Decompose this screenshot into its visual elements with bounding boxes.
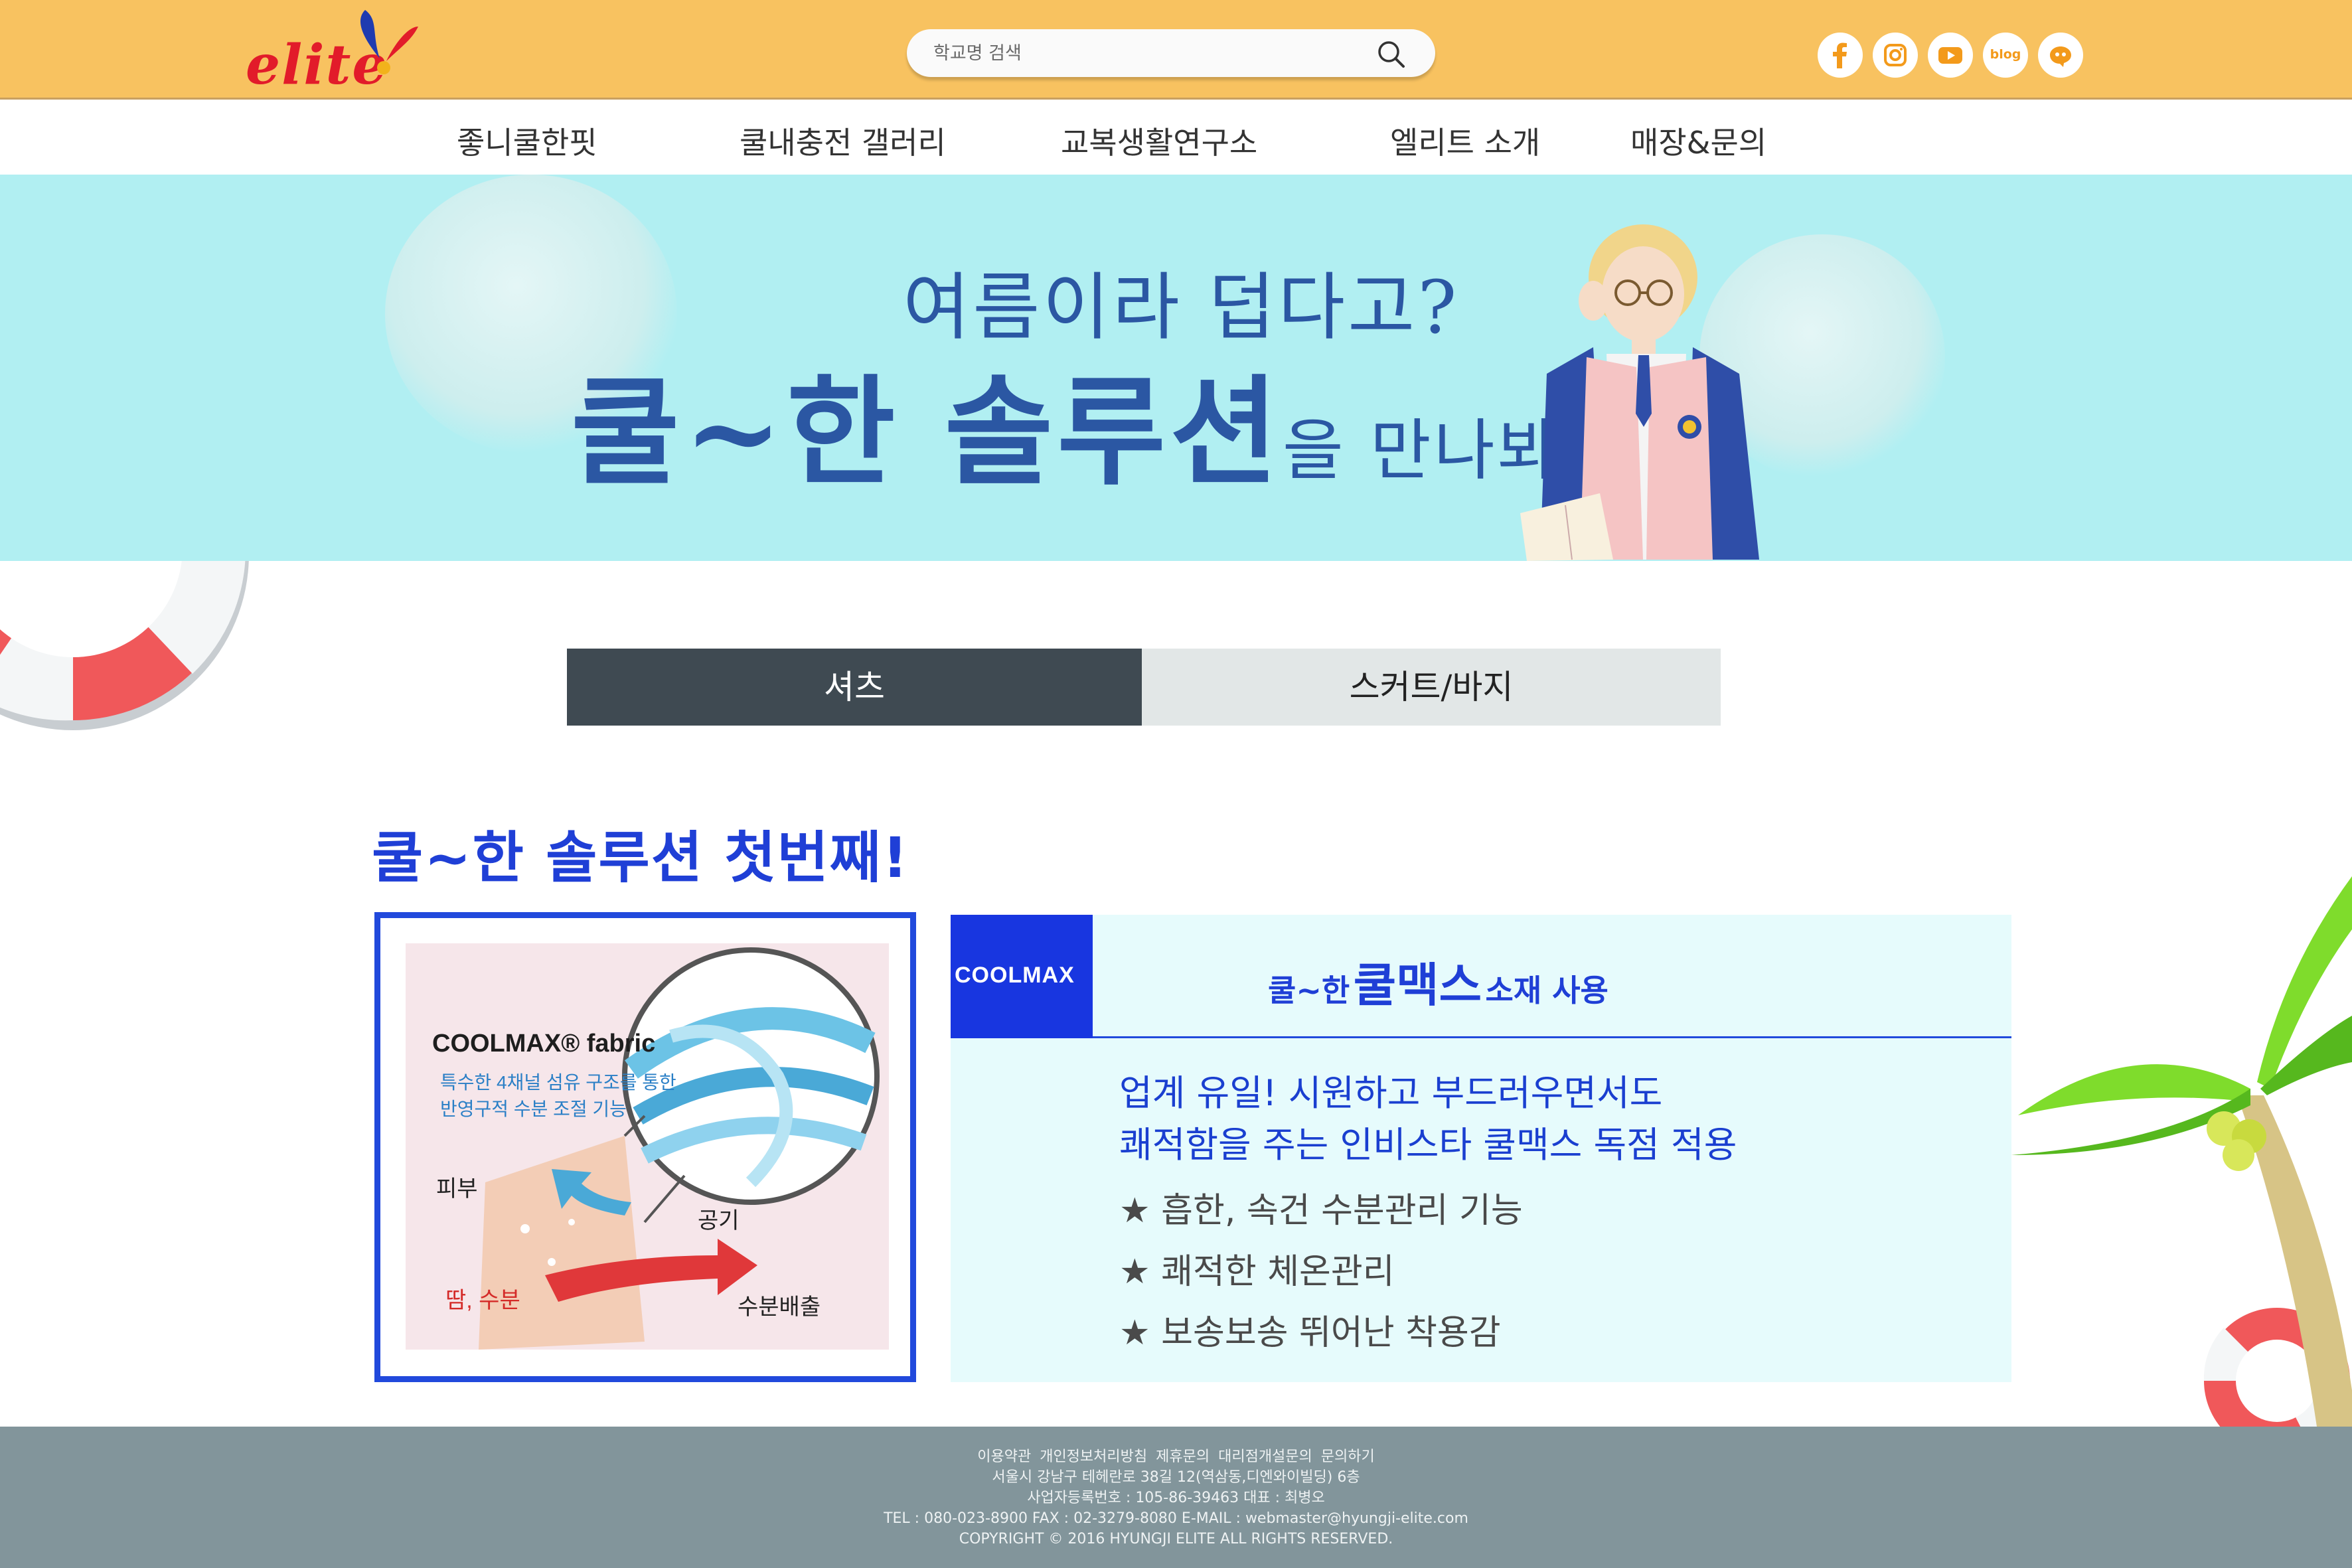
headline-prefix: 쿨~한 bbox=[1268, 973, 1350, 1008]
instagram-link[interactable] bbox=[1873, 33, 1918, 78]
youtube-link[interactable] bbox=[1928, 33, 1973, 78]
coolmax-lead-text: 업계 유일! 시원하고 부드러우면서도 쾌적함을 주는 인비스타 쿨맥스 독점 … bbox=[1119, 1067, 1737, 1171]
headline-suffix: 소재 사용 bbox=[1485, 973, 1608, 1008]
kakao-story-link[interactable] bbox=[2038, 33, 2083, 78]
facebook-link[interactable] bbox=[1818, 33, 1863, 78]
elite-logo[interactable]: elite bbox=[246, 7, 425, 97]
nav-item-about-elite[interactable]: 엘리트 소개 bbox=[1390, 119, 1540, 161]
footer-links: 이용약관 개인정보처리방침 제휴문의 대리점개설문의 문의하기 bbox=[0, 1447, 2352, 1467]
tab-shirts[interactable]: 셔츠 bbox=[567, 649, 1142, 726]
hero-subheadline: 쿨~한 솔루션을 만나봐! bbox=[571, 337, 1591, 508]
palm-tree-decoration bbox=[2011, 876, 2352, 1427]
feature-item: ★ 보송보송 뛰어난 착용감 bbox=[1119, 1313, 1501, 1353]
section-title: 쿨~한 솔루션 첫번째! bbox=[372, 825, 909, 890]
feature-item: ★ 흡한, 속건 수분관리 기능 bbox=[1119, 1191, 1523, 1231]
lead-line: 업계 유일! 시원하고 부드러우면서도 bbox=[1119, 1072, 1663, 1114]
nav-item-coolfit[interactable]: 좋니쿨한핏 bbox=[457, 119, 597, 161]
fabric-desc-line: 반영구적 수분 조절 기능 bbox=[440, 1099, 627, 1119]
coolmax-fabric-desc: 특수한 4채널 섬유 구조를 통한 반영구적 수분 조절 기능 bbox=[440, 1069, 676, 1123]
blog-icon: blog bbox=[1990, 47, 2021, 62]
blog-link[interactable]: blog bbox=[1983, 33, 2028, 78]
footer-contact-info: TEL : 080-023-8900 FAX : 02-3279-8080 E-… bbox=[884, 1510, 1468, 1527]
coolmax-logo-text: COOLMAX bbox=[955, 963, 1075, 988]
label-sweat: 땀, 수분 bbox=[445, 1288, 520, 1313]
label-skin: 피부 bbox=[436, 1176, 478, 1202]
diagram-canvas: COOLMAX® fabric 특수한 4채널 섬유 구조를 통한 반영구적 수… bbox=[406, 943, 889, 1350]
logo-ribbon-icon bbox=[360, 10, 418, 74]
fabric-desc-line: 특수한 4채널 섬유 구조를 통한 bbox=[440, 1072, 676, 1093]
header-divider bbox=[1093, 1036, 2011, 1038]
feature-list: ★ 흡한, 속건 수분관리 기능 ★ 쾌적한 체온관리 ★ 보송보송 뛰어난 착… bbox=[1119, 1180, 1523, 1364]
search-input[interactable] bbox=[933, 39, 1358, 68]
feature-item: ★ 쾌적한 체온관리 bbox=[1119, 1252, 1395, 1292]
search-icon[interactable] bbox=[1375, 39, 1407, 70]
nav-item-gallery[interactable]: 쿨내충전 갤러리 bbox=[740, 119, 946, 161]
footer-copyright: COPYRIGHT © 2016 HYUNGJI ELITE ALL RIGHT… bbox=[959, 1531, 1393, 1547]
footer-address: 서울시 강남구 테헤란로 38길 12(역삼동,디엔와이빌딩) 6층 bbox=[992, 1469, 1360, 1486]
label-moisture-release: 수분배출 bbox=[738, 1294, 821, 1320]
footer-link-terms[interactable]: 이용약관 bbox=[977, 1449, 1031, 1465]
footer-link-privacy[interactable]: 개인정보처리방침 bbox=[1040, 1449, 1147, 1465]
label-air: 공기 bbox=[698, 1208, 740, 1233]
lifebuoy-decoration bbox=[0, 561, 249, 730]
coolmax-info-panel: COOLMAX 쿨~한 쿨맥스 소재 사용 업계 유일! 시원하고 부드러우면서… bbox=[951, 915, 2011, 1382]
headline-coolmax: 쿨맥스 bbox=[1353, 958, 1482, 1012]
hero-banner: 여름이라 덥다고? 쿨~한 솔루션을 만나봐! bbox=[0, 175, 2352, 561]
footer-business-info: 사업자등록번호 : 105-86-39463 대표 : 최병오 bbox=[1027, 1490, 1325, 1506]
nav-item-uniform-lab[interactable]: 교복생활연구소 bbox=[1061, 119, 1257, 161]
coolmax-fabric-title: COOLMAX® fabric bbox=[432, 1030, 656, 1058]
kakao-story-icon bbox=[2050, 46, 2071, 67]
footer-link-partnership[interactable]: 제휴문의 bbox=[1156, 1449, 1210, 1465]
site-footer: 이용약관 개인정보처리방침 제휴문의 대리점개설문의 문의하기 서울시 강남구 … bbox=[0, 1427, 2352, 1568]
tab-skirts-pants[interactable]: 스커트/바지 bbox=[1142, 649, 1721, 726]
nav-item-stores-contact[interactable]: 매장&문의 bbox=[1630, 119, 1766, 161]
coolmax-headline: 쿨~한 쿨맥스 소재 사용 bbox=[1268, 948, 1608, 1015]
footer-link-contact[interactable]: 문의하기 bbox=[1321, 1449, 1375, 1465]
facebook-icon bbox=[1833, 42, 1847, 68]
youtube-icon bbox=[1938, 47, 1962, 64]
main-navigation: 좋니쿨한핏 쿨내충전 갤러리 교복생활연구소 엘리트 소개 매장&문의 bbox=[0, 102, 2352, 175]
coolmax-logo: COOLMAX bbox=[951, 915, 1093, 1038]
footer-text: 이용약관 개인정보처리방침 제휴문의 대리점개설문의 문의하기 서울시 강남구 … bbox=[0, 1447, 2352, 1549]
school-search-bar[interactable] bbox=[907, 29, 1435, 77]
lead-line: 쾌적함을 주는 인비스타 쿨맥스 독점 적용 bbox=[1119, 1124, 1737, 1166]
top-header: elite 학교명 검색 blog bbox=[0, 0, 2352, 100]
instagram-icon bbox=[1884, 44, 1907, 66]
hero-cool-solution: 쿨~한 솔루션 bbox=[571, 362, 1283, 501]
coolmax-fabric-diagram: COOLMAX® fabric 특수한 4채널 섬유 구조를 통한 반영구적 수… bbox=[374, 912, 916, 1382]
footer-link-dealer[interactable]: 대리점개설문의 bbox=[1218, 1449, 1312, 1465]
student-model-image bbox=[1520, 224, 1759, 561]
